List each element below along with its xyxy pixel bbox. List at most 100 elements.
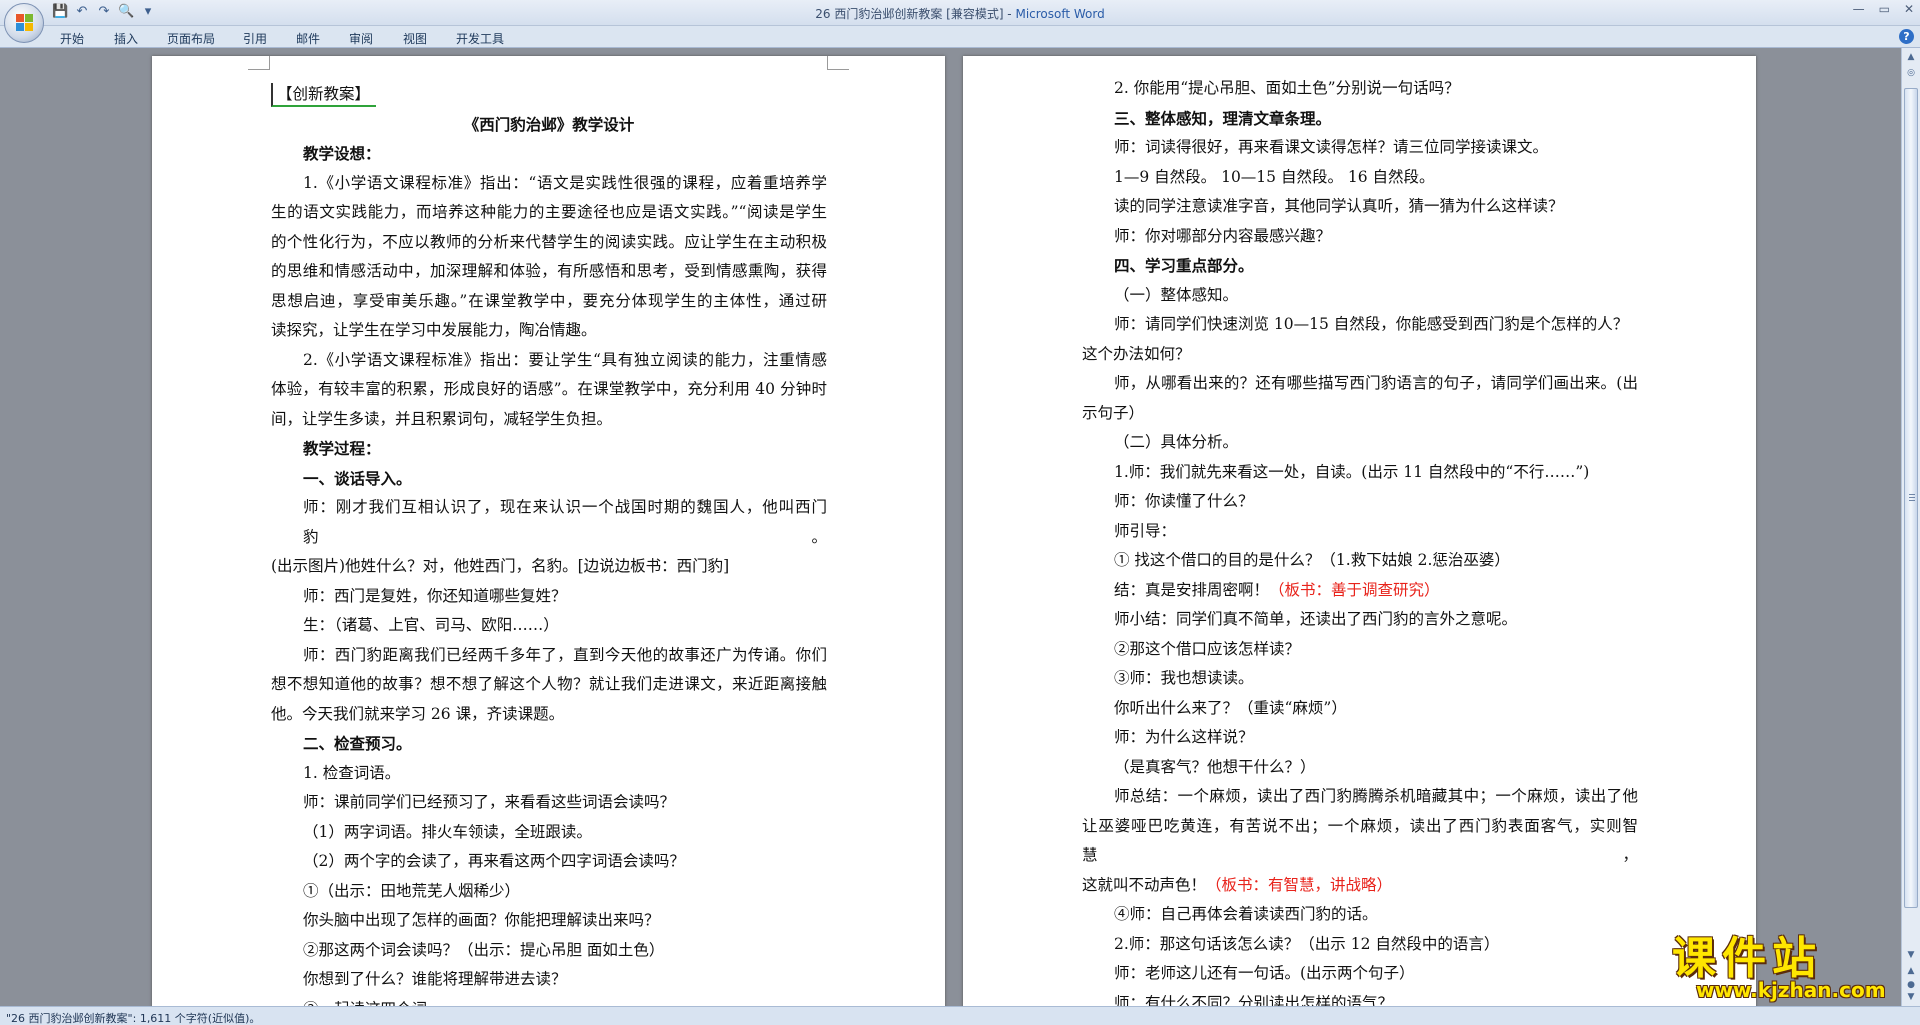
document-line: 教学设想： <box>271 139 827 169</box>
document-area: 【创新教案】 《西门豹治邺》教学设计 教学设想： 1.《小学语文课程标准》指出：“… <box>0 48 1901 1006</box>
ribbon-tabs: 开始 插入 页面布局 引用 邮件 审阅 视图 开发工具 ? <box>0 26 1920 48</box>
line-text: 他。今天我们就来学习 26 课，齐读课题。 <box>271 704 565 723</box>
tab-references[interactable]: 引用 <box>243 30 267 47</box>
document-line: 示句子） <box>1082 399 1638 429</box>
word-count-status[interactable]: "26 西门豹治邺创新教案": 1,611 个字符(近似值)。 <box>6 1012 260 1025</box>
document-line: 师：词读得很好，再来看课文读得怎样？请三位同学接读课文。 <box>1082 133 1638 163</box>
document-line: 生：（诸葛、上官、司马、欧阳……） <box>271 611 827 641</box>
document-line: 师，从哪看出来的？还有哪些描写西门豹语言的句子，请同学们画出来。(出 <box>1082 369 1638 399</box>
restore-icon[interactable]: ▭ <box>1879 2 1890 16</box>
page-1: 【创新教案】 《西门豹治邺》教学设计 教学设想： 1.《小学语文课程标准》指出：“… <box>152 56 945 1006</box>
document-line: 师总结：一个麻烦，读出了西门豹腾腾杀机暗藏其中；一个麻烦，读出了他 <box>1082 782 1638 812</box>
tab-page-layout[interactable]: 页面布局 <box>167 30 215 47</box>
tab-view[interactable]: 视图 <box>403 30 427 47</box>
document-line: (出示图片)他姓什么？对，他姓西门，名豹。[边说边板书：西门豹] <box>271 552 827 582</box>
document-line: 读探究，让学生在学习中发展能力，陶冶情趣。 <box>271 316 827 346</box>
office-button[interactable] <box>4 3 44 43</box>
line-text: 师：请同学们快速浏览 10—15 自然段，你能感受到西门豹是个怎样的人？ <box>1114 315 1629 333</box>
document-line: ③一起读这四个词。 <box>271 995 827 1007</box>
document-line: 师引导： <box>1082 517 1638 547</box>
line-text: 师：刚才我们互相认识了，现在来认识一个战国时期的魏国人，他叫西门豹。 <box>303 498 827 546</box>
document-line: （一）整体感知。 <box>1082 281 1638 311</box>
line-text: ①（出示：田地荒芜人烟稀少） <box>303 881 521 900</box>
line-text: 师：你对哪部分内容最感兴趣？ <box>1114 226 1332 245</box>
scroll-up-icon[interactable]: ▲ <box>1904 50 1918 64</box>
line-text: ②那这个借口应该怎样读？ <box>1114 639 1301 658</box>
document-line: （1）两字词语。排火车领读，全班跟读。 <box>271 818 827 848</box>
window-controls: — ▭ ✕ <box>1853 2 1914 16</box>
line-text: （2）两个字的会读了，再来看这两个四字词语会读吗？ <box>303 852 685 870</box>
document-line: 你想到了什么？谁能将理解带进去读？ <box>271 965 827 995</box>
minimize-icon[interactable]: — <box>1853 2 1865 16</box>
line-text: 教学设想： <box>303 144 381 163</box>
document-line: 这个办法如何？ <box>1082 340 1638 370</box>
line-text: 师：课前同学们已经预习了，来看看这些词语会读吗？ <box>303 793 676 811</box>
document-line: 师小结：同学们真不简单，还读出了西门豹的言外之意呢。 <box>1082 605 1638 635</box>
line-text: （一）整体感知。 <box>1114 285 1239 304</box>
line-text: 你听出什么来了？（重读“麻烦”） <box>1114 698 1347 717</box>
tab-mailings[interactable]: 邮件 <box>296 30 320 47</box>
document-line: 这就叫不动声色！（板书：有智慧，讲战略） <box>1082 871 1638 901</box>
line-text: 1. 检查词语。 <box>303 763 401 782</box>
document-line: 四、学习重点部分。 <box>1082 251 1638 281</box>
document-line: 想不想知道他的故事？想不想了解这个人物？就让我们走进课文，来近距离接触 <box>271 670 827 700</box>
document-line: ②那这个借口应该怎样读？ <box>1082 635 1638 665</box>
tab-insert[interactable]: 插入 <box>114 30 138 47</box>
document-line: 师：西门豹距离我们已经两千多年了，直到今天他的故事还广为传诵。你们 <box>271 641 827 671</box>
ruler-toggle-icon[interactable]: ◎ <box>1904 66 1918 80</box>
line-text: 你想到了什么？谁能将理解带进去读？ <box>303 970 567 988</box>
help-icon[interactable]: ? <box>1899 29 1914 44</box>
line-text: 三、整体感知，理清文章条理。 <box>1114 108 1332 128</box>
tab-review[interactable]: 审阅 <box>349 30 373 47</box>
document-line: ④师：自己再体会着读读西门豹的话。 <box>1082 900 1638 930</box>
page-2: 2. 你能用“提心吊胆、面如土色”分别说一句话吗？ 三、整体感知，理清文章条理。师… <box>963 56 1756 1006</box>
line-text: 师小结：同学们真不简单，还读出了西门豹的言外之意呢。 <box>1114 610 1518 628</box>
document-line: 师：为什么这样说？ <box>1082 723 1638 753</box>
tab-developer[interactable]: 开发工具 <box>456 30 504 47</box>
line-text: 师总结：一个麻烦，读出了西门豹腾腾杀机暗藏其中；一个麻烦，读出了他 <box>1114 787 1638 805</box>
watermark-url: www.kjzhan.com <box>1696 978 1886 1002</box>
line-text: 这个办法如何？ <box>1082 344 1191 363</box>
page-1-content: 【创新教案】 《西门豹治邺》教学设计 教学设想： 1.《小学语文课程标准》指出：“… <box>271 80 827 1006</box>
window-title: 26 西门豹治邺创新教案 [兼容模式] - Microsoft Word <box>0 5 1920 22</box>
line-text: 思想启迪，享受审美乐趣。”在课堂教学中，要充分体现学生的主体性，通过研 <box>271 291 827 310</box>
watermark-text: 课件站 <box>1672 933 1822 984</box>
line-text: （1）两字词语。排火车领读，全班跟读。 <box>303 822 592 841</box>
line-text: 间，让学生多读，并且积累词句，减轻学生负担。 <box>271 409 613 428</box>
document-line: 师：有什么不同？分别读出怎样的语气？ <box>1082 989 1638 1007</box>
document-line: 师：刚才我们互相认识了，现在来认识一个战国时期的魏国人，他叫西门豹。 <box>271 493 827 552</box>
line-text: 师：西门是复姓，你还知道哪些复姓？ <box>303 586 567 605</box>
document-line: （是真客气？他想干什么？） <box>1082 753 1638 783</box>
scrollbar-thumb[interactable] <box>1904 88 1918 908</box>
crop-mark <box>248 56 270 70</box>
line-text: (出示图片)他姓什么？对，他姓西门，名豹。[边说边板书：西门豹] <box>271 557 730 575</box>
document-line: 师：课前同学们已经预习了，来看看这些词语会读吗？ <box>271 788 827 818</box>
document-line: 二、检查预习。 <box>271 729 827 759</box>
document-line: 师：你读懂了什么？ <box>1082 487 1638 517</box>
line-text: 这就叫不动声色！ <box>1082 875 1207 894</box>
document-line: （二）具体分析。 <box>1082 428 1638 458</box>
crop-mark <box>827 56 849 70</box>
vertical-scrollbar[interactable]: ▲ ◎ ▼ ▲ ● ▼ <box>1901 48 1920 1006</box>
line-text: 2.师：那这句话该怎么读？（出示 12 自然段中的语言） <box>1114 934 1500 953</box>
document-line: 他。今天我们就来学习 26 课，齐读课题。 <box>271 700 827 730</box>
line-text: 体验，有较丰富的积累，形成良好的语感”。在课堂教学中，充分利用 40 分钟时 <box>271 380 827 398</box>
document-line: 体验，有较丰富的积累，形成良好的语感”。在课堂教学中，充分利用 40 分钟时 <box>271 375 827 405</box>
line-text: 师：词读得很好，再来看课文读得怎样？请三位同学接读课文。 <box>1114 138 1549 156</box>
document-line: 的思维和情感活动中，加深理解和体验，有所感悟和思考，受到情感熏陶，获得 <box>271 257 827 287</box>
document-line: 生的语文实践能力，而培养这种能力的主要途径也应是语文实践。”“阅读是学生 <box>271 198 827 228</box>
line-text: 2. 你能用“提心吊胆、面如土色”分别说一句话吗？ <box>1114 79 1460 97</box>
document-line: 让巫婆哑巴吃黄连，有苦说不出；一个麻烦，读出了西门豹表面客气，实则智慧， <box>1082 812 1638 871</box>
line-text: 你头脑中出现了怎样的画面？你能把理解读出来吗？ <box>303 911 660 929</box>
line-text: 让巫婆哑巴吃黄连，有苦说不出；一个麻烦，读出了西门豹表面客气，实则智慧， <box>1082 816 1638 865</box>
document-line: 2. 你能用“提心吊胆、面如土色”分别说一句话吗？ <box>1082 74 1638 104</box>
app-name: Microsoft Word <box>1015 7 1105 21</box>
close-icon[interactable]: ✕ <box>1904 2 1914 16</box>
tab-home[interactable]: 开始 <box>60 30 84 47</box>
line-text: 的个性化行为，不应以教师的分析来代替学生的阅读实践。应让学生在主动积极 <box>271 232 827 251</box>
document-line: 间，让学生多读，并且积累词句，减轻学生负担。 <box>271 405 827 435</box>
line-text: 1—9 自然段。 10—15 自然段。 16 自然段。 <box>1114 167 1435 186</box>
document-line: 结：真是安排周密啊！（板书：善于调查研究） <box>1082 576 1638 606</box>
document-line: 1.《小学语文课程标准》指出：“语文是实践性很强的课程，应着重培养学 <box>271 169 827 199</box>
document-line: 读的同学注意读准字音，其他同学认真听，猜一猜为什么这样读？ <box>1082 192 1638 222</box>
